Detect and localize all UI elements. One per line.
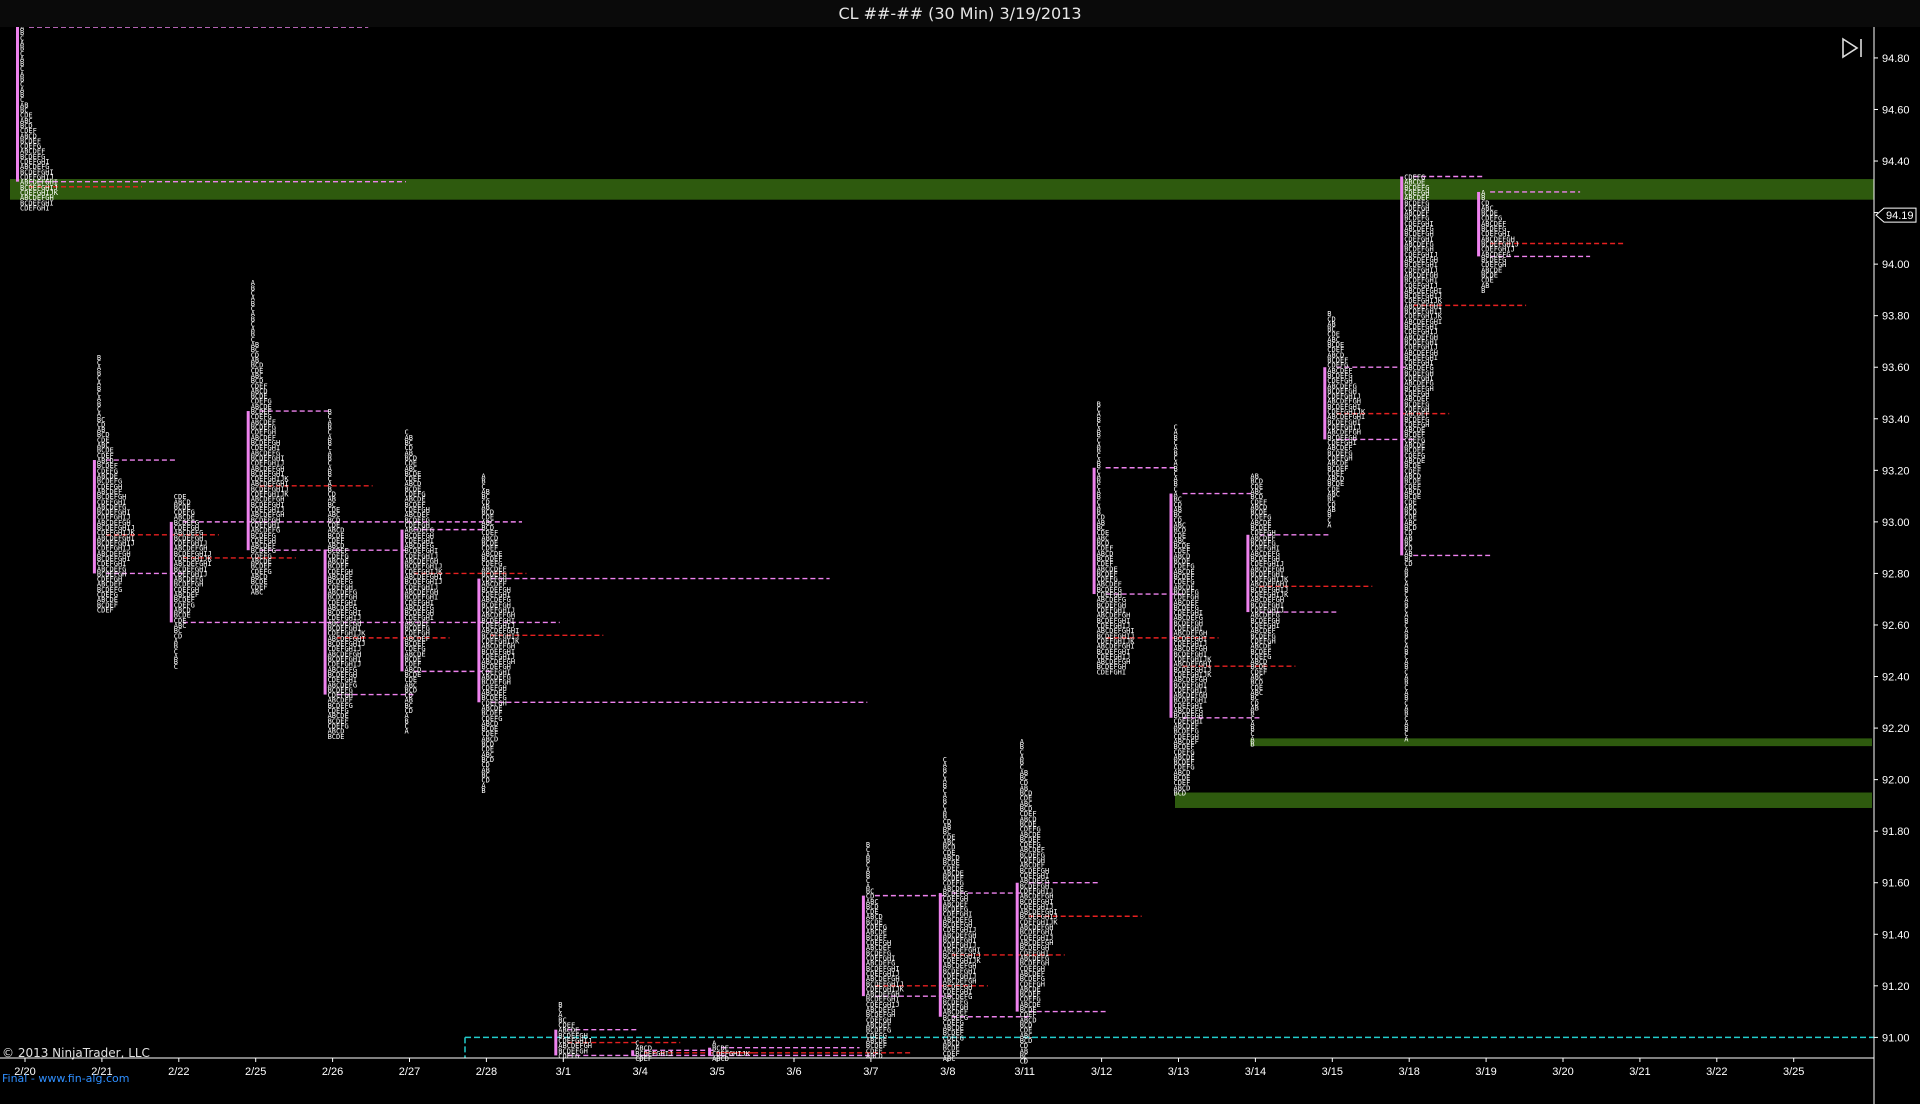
tpo-row: ABC [251, 588, 264, 596]
tpo-row: CDEF [635, 1055, 652, 1063]
status-footer: Final - www.fin-alg.com [2, 1072, 129, 1085]
price-tick-label: 93.20 [1882, 465, 1910, 477]
price-tick-label: 91.80 [1882, 826, 1910, 838]
value-area-bar [1015, 882, 1019, 1012]
price-tick-label: 91.00 [1882, 1032, 1910, 1044]
time-tick-label: 3/6 [786, 1066, 801, 1078]
tpo-row: ABC [943, 1055, 956, 1063]
time-tick-label: 2/25 [245, 1066, 266, 1078]
tpo-row: B [481, 787, 485, 795]
price-tick-label: 93.60 [1882, 362, 1910, 374]
time-tick-label: 3/5 [709, 1066, 724, 1078]
value-area-bar [400, 529, 404, 672]
tpo-row: CDEFGHI [1097, 668, 1127, 676]
time-tick-label: 3/21 [1629, 1066, 1650, 1078]
price-tick-label: 92.40 [1882, 672, 1910, 684]
price-tick-label: 92.20 [1882, 723, 1910, 735]
price-tick-label: 94.00 [1882, 259, 1910, 271]
value-area-bar [92, 460, 96, 574]
price-tick-label: 93.00 [1882, 517, 1910, 529]
tpo-row: BCDE [328, 733, 345, 741]
copyright-text: © 2013 NinjaTrader, LLC [2, 1046, 150, 1060]
time-tick-label: 2/28 [476, 1066, 497, 1078]
price-tick-label: 93.40 [1882, 414, 1910, 426]
time-tick-label: 2/26 [322, 1066, 343, 1078]
time-tick-label: 3/12 [1091, 1066, 1112, 1078]
value-area-bar [246, 411, 250, 551]
value-area-bar [1323, 367, 1327, 440]
time-tick-label: 3/22 [1706, 1066, 1727, 1078]
value-area-bar [323, 550, 327, 695]
value-area-bar [16, 27, 19, 182]
value-area-bar [1169, 493, 1173, 718]
price-tick-label: 91.60 [1882, 878, 1910, 890]
time-tick-label: 3/14 [1245, 1066, 1266, 1078]
time-tick-label: 3/25 [1783, 1066, 1804, 1078]
value-area-bar [1092, 467, 1096, 595]
value-area-bar [169, 521, 173, 623]
price-tick-label: 92.80 [1882, 568, 1910, 580]
price-tick-label: 92.60 [1882, 620, 1910, 632]
time-tick-label: 3/11 [1014, 1066, 1035, 1078]
time-tick-label: 3/19 [1475, 1066, 1496, 1078]
price-tick-label: 94.60 [1882, 104, 1910, 116]
tpo-row: B [1481, 287, 1485, 295]
status-label: Final [2, 1072, 28, 1085]
value-area-bar [861, 895, 865, 997]
time-tick-label: 2/27 [399, 1066, 420, 1078]
time-tick-label: 3/8 [940, 1066, 955, 1078]
time-tick-label: 2/22 [168, 1066, 189, 1078]
price-tick-label: 91.20 [1882, 981, 1910, 993]
window-title: CL ##-## (30 Min) 3/19/2013 [0, 0, 1920, 28]
price-tick-label: 91.40 [1882, 929, 1910, 941]
tpo-row: CDEF [97, 607, 114, 615]
tpo-row: BCD [1174, 790, 1187, 798]
tpo-row: ABCD [866, 1052, 883, 1060]
time-tick-label: 3/20 [1552, 1066, 1573, 1078]
time-tick-label: 3/18 [1398, 1066, 1419, 1078]
tpo-row: CDEFG [558, 1052, 579, 1060]
last-price-label: 94.19 [1886, 210, 1914, 222]
price-tick-label: 94.80 [1882, 53, 1910, 65]
time-tick-label: 3/13 [1168, 1066, 1189, 1078]
tpo-row: B [1250, 741, 1254, 749]
value-area-bar [1246, 534, 1250, 613]
value-area-bar [631, 1050, 635, 1056]
tpo-chart[interactable]: ABCABCABCABCABCABBCCDEABCBCDCDEFABCDBCDE… [0, 27, 1920, 1104]
vendor-link[interactable]: www.fin-alg.com [38, 1072, 129, 1085]
value-area-bar [554, 1029, 558, 1056]
value-area-bar [938, 893, 942, 1017]
price-tick-label: 92.00 [1882, 775, 1910, 787]
tpo-row: ABCD [712, 1055, 729, 1063]
tpo-row: CD [1020, 1058, 1028, 1066]
price-tick-label: 94.40 [1882, 156, 1910, 168]
time-tick-label: 3/7 [863, 1066, 878, 1078]
time-tick-label: 3/1 [556, 1066, 571, 1078]
zone-band [1175, 792, 1872, 808]
value-area-bar [708, 1047, 712, 1056]
value-area-bar [477, 578, 481, 703]
tpo-row: CDEFGHI [20, 204, 50, 212]
tpo-row: C [174, 663, 178, 671]
skip-to-end-icon[interactable] [1840, 36, 1866, 60]
time-tick-label: 3/4 [633, 1066, 648, 1078]
value-area-bar [1400, 176, 1404, 556]
time-tick-label: 3/15 [1322, 1066, 1343, 1078]
zone-band [1250, 738, 1872, 747]
price-tick-label: 93.80 [1882, 311, 1910, 323]
value-area-bar [1477, 191, 1481, 257]
